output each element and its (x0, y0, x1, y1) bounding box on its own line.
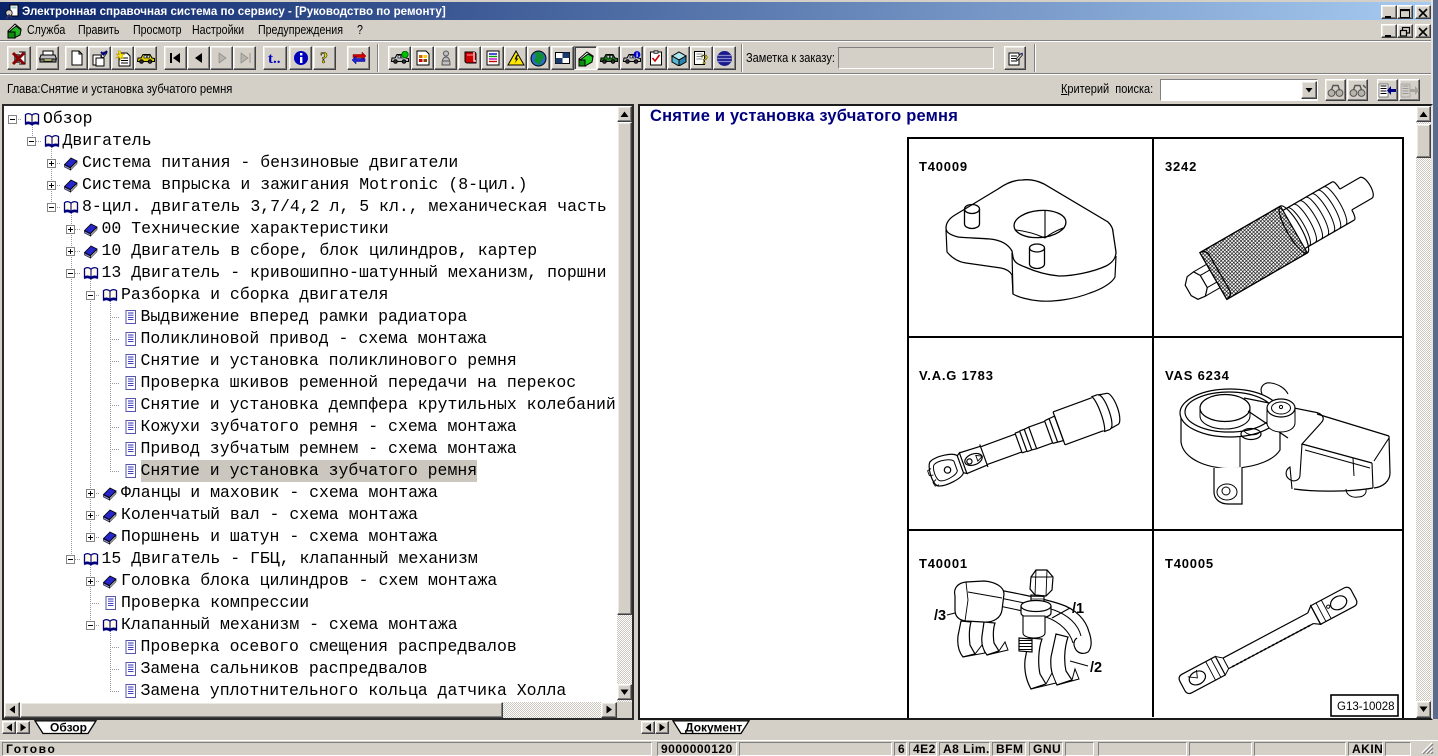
svg-text:V.A.G 1783: V.A.G 1783 (919, 368, 994, 383)
svg-text:/2: /2 (1090, 660, 1102, 676)
svg-text:Обзор: Обзор (50, 720, 87, 734)
svg-text:?: ? (701, 53, 708, 66)
svg-text:T40009: T40009 (919, 159, 968, 174)
svg-text:?: ? (320, 50, 328, 66)
svg-text:/3: /3 (934, 608, 946, 624)
svg-text:3242: 3242 (1165, 159, 1197, 174)
svg-text:VAS 6234: VAS 6234 (1165, 368, 1230, 383)
svg-text:Документ: Документ (685, 720, 742, 734)
svg-text:T40001: T40001 (919, 556, 968, 571)
svg-text:/1: /1 (1072, 601, 1084, 617)
svg-text:t..: t.. (268, 51, 281, 66)
svg-text:T40005: T40005 (1165, 556, 1214, 571)
svg-text:G13-10028: G13-10028 (1337, 701, 1395, 713)
